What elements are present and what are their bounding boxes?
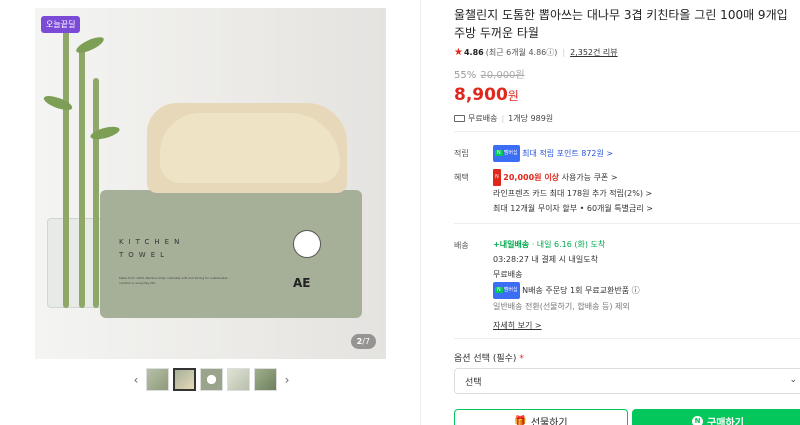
chevron-left-icon[interactable]: ‹ (130, 373, 142, 387)
naverpay-membership-badge: N 멤버십 (493, 282, 520, 299)
option-label-text: 옵션 선택 (필수) (454, 354, 517, 364)
gift-button-label: 선물하기 (530, 417, 568, 425)
benefit-card[interactable]: 라인프렌즈 카드 최대 178원 추가 적립(2%) > (493, 186, 793, 201)
sale-price: 8,900원 (454, 85, 800, 105)
bamboo-stalk (93, 78, 99, 308)
info-icon[interactable]: ⓘ (546, 47, 554, 58)
chevron-right-icon[interactable]: › (281, 373, 293, 387)
bamboo-leaf (74, 34, 106, 56)
shipping-summary: 무료배송 | 1개당 989원 (454, 113, 800, 124)
delivery-free: 무료배송 (493, 270, 523, 279)
tissue-paper (160, 113, 340, 183)
truck-icon (454, 115, 465, 122)
product-title: 울챌린지 도톰한 뽑아쓰는 대나무 3겹 키친타올 그린 100매 9개입 주방… (454, 8, 788, 40)
benefit-installment[interactable]: 최대 12개월 무이자 할부 • 60개월 특별금리 > (493, 201, 793, 216)
image-counter-total: /7 (362, 337, 370, 346)
thumbnail-5[interactable] (254, 368, 277, 391)
product-gallery: KITCHEN TOWEL Made from 100% Bamboo Pulp… (0, 0, 420, 425)
coupon-threshold: 20,000원 이상 (503, 173, 560, 182)
option-select[interactable]: 선택 ⌄ (454, 368, 800, 394)
section-divider (454, 338, 800, 339)
box-label-kitchen: KITCHEN (119, 238, 185, 246)
box-fine-print: Made from 100% Bamboo Pulp, naturally so… (119, 276, 228, 285)
rating-score: 4.86 (463, 48, 484, 57)
thumbnail-2[interactable] (173, 368, 196, 391)
delivery-content: +내일배송 · 내일 6.16 (화) 도착 03:28:27 내 결제 시 내… (493, 237, 793, 333)
required-mark: * (519, 354, 524, 364)
separator: | (562, 48, 566, 57)
option-select-value: 선택 (465, 377, 482, 388)
buy-button[interactable]: N 구매하기 (632, 409, 800, 425)
sale-price-unit: 원 (507, 89, 519, 103)
discount-rate: 55% (454, 70, 477, 81)
gift-button[interactable]: 🎁 선물하기 (454, 409, 628, 425)
gift-icon: 🎁 (514, 415, 527, 425)
delivery-deadline: 03:28:27 내 결제 시 내일도착 (493, 255, 598, 264)
coupon-icon: N (493, 169, 501, 186)
today-deal-badge: 오늘끝딜 (41, 16, 81, 33)
buy-button-label: 구매하기 (707, 417, 744, 425)
points-text[interactable]: 최대 적립 포인트 872원 > (522, 149, 613, 158)
naverpay-icon: N (692, 415, 704, 425)
unit-price: 1개당 989원 (508, 114, 554, 123)
benefit-coupon[interactable]: N 20,000원 이상 사용가능 쿠폰 > (493, 169, 793, 186)
option-label: 옵션 선택 (필수) * (454, 351, 524, 364)
delivery-return: N 멤버십 N배송 주문당 1회 무료교환반품 ⓘ (493, 282, 793, 299)
delivery-exclusion: 일반배송 전환(선물하기, 합배송 등) 제외 (493, 302, 630, 311)
return-text[interactable]: N배송 주문당 1회 무료교환반품 ⓘ (522, 286, 640, 295)
thumbnail-3[interactable] (200, 368, 223, 391)
chevron-down-icon: ⌄ (789, 375, 797, 385)
coupon-text: 사용가능 쿠폰 > (561, 173, 618, 182)
box-brand-mark: AE (293, 276, 311, 290)
section-divider (454, 223, 800, 224)
thumbnail-1[interactable] (146, 368, 169, 391)
original-price: 20,000원 (480, 70, 525, 81)
points-label: 적립 (454, 149, 469, 158)
shipping-fee: 무료배송 (468, 114, 498, 123)
bamboo-stalk (63, 28, 69, 308)
naverpay-membership-badge: N 멤버십 (493, 145, 520, 162)
discount-row: 55% 20,000원 (454, 66, 800, 81)
more-details-link[interactable]: 자세히 보기 > (493, 318, 793, 333)
rating-detail: (최근 6개월 4.86 (485, 48, 547, 57)
bamboo-stalk (79, 48, 85, 308)
review-count-link[interactable]: 2,352건 리뷰 (570, 47, 618, 58)
sale-price-value: 8,900 (454, 85, 508, 105)
thumbnail-4[interactable] (227, 368, 250, 391)
section-divider (454, 131, 800, 132)
points-content[interactable]: N 멤버십 최대 적립 포인트 872원 > (493, 145, 793, 162)
main-product-image[interactable]: KITCHEN TOWEL Made from 100% Bamboo Pulp… (35, 8, 386, 359)
rating-row: ★ 4.86 (최근 6개월 4.86 ⓘ ) | 2,352건 리뷰 (454, 47, 800, 58)
benefits-content: N 20,000원 이상 사용가능 쿠폰 > 라인프렌즈 카드 최대 178원 … (493, 169, 793, 216)
delivery-date-row: +내일배송 · 내일 6.16 (화) 도착 (493, 237, 793, 252)
box-label-towel: TOWEL (119, 251, 170, 259)
separator: | (501, 114, 505, 123)
star-icon: ★ (454, 47, 463, 58)
delivery-label: 배송 (454, 241, 469, 250)
thumbnail-strip: ‹ › (130, 368, 293, 391)
tomorrow-delivery-tag: +내일배송 (493, 240, 530, 249)
product-info-pane: 울챌린지 도톰한 뽑아쓰는 대나무 3겹 키친타올 그린 100매 9개입 주방… (454, 0, 800, 425)
image-counter: 2/7 (350, 334, 376, 349)
bamboo-leaf (42, 93, 74, 113)
delivery-date: · 내일 6.16 (화) 도착 (531, 240, 606, 249)
pane-divider (420, 0, 421, 425)
box-logo-icon (293, 230, 321, 258)
benefits-label: 혜택 (454, 173, 469, 182)
rating-detail-close: ) (554, 48, 558, 57)
